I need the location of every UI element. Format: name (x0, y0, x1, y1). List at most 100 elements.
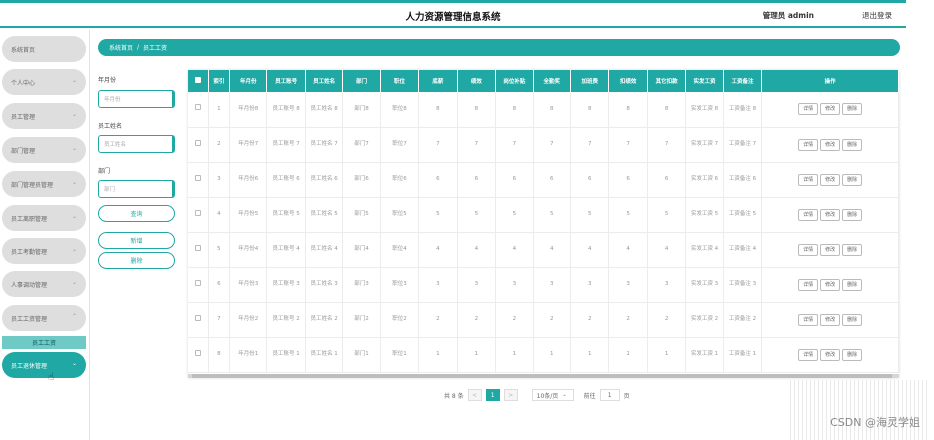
detail-button[interactable]: 详情 (798, 208, 819, 221)
prev-page-button[interactable]: < (467, 389, 482, 401)
logout-link[interactable]: 退出登录 (862, 10, 892, 21)
cell-allow: 2 (495, 302, 534, 338)
delete-button[interactable]: 删除 (842, 138, 863, 151)
cell-ot: 8 (570, 92, 610, 128)
cell-base: 6 (418, 162, 458, 198)
delete-button[interactable]: 删除 (842, 313, 863, 326)
cell-attend: 7 (533, 127, 571, 163)
cell-actual: 实发工资 3 (685, 267, 724, 303)
sidebar-item-attendance[interactable]: 员工考勤管理 ⌄ (2, 238, 86, 264)
cell-dperf: 5 (608, 197, 648, 233)
edit-button[interactable]: 修改 (820, 278, 841, 291)
select-all-checkbox[interactable] (188, 70, 209, 92)
cell-dperf: 1 (608, 337, 648, 373)
cell-dperf: 8 (608, 92, 648, 128)
delete-button[interactable]: 删除 (842, 103, 863, 116)
detail-button[interactable]: 详情 (798, 313, 819, 326)
row-checkbox[interactable] (188, 92, 209, 128)
name-input[interactable]: 员工姓名 (98, 135, 175, 153)
cell-allow: 5 (495, 197, 534, 233)
sidebar-subitem-salary[interactable]: 员工工资 (2, 336, 86, 349)
table-row: 7 年月份2 员工账号 2 员工姓名 2 部门2 职位2 2 2 2 2 2 2 2 实发工资 2 工资备注… (188, 302, 899, 338)
detail-button[interactable]: 详情 (798, 243, 819, 256)
edit-button[interactable]: 修改 (820, 173, 841, 186)
breadcrumb-home[interactable]: 系统首页 (109, 43, 133, 52)
delete-button[interactable]: 删除 (842, 243, 863, 256)
col-dept: 部门 (342, 70, 381, 92)
sidebar-item-label: 部门管理员管理 (11, 181, 54, 189)
row-checkbox[interactable] (188, 197, 209, 233)
next-page-button[interactable]: > (503, 389, 518, 401)
cell-month: 年月份2 (229, 302, 268, 338)
add-button[interactable]: 新增 (98, 232, 175, 249)
chevron-up-icon: ⌃ (71, 313, 77, 320)
row-checkbox[interactable] (188, 267, 209, 303)
sidebar-item-departments[interactable]: 部门管理 ⌄ (2, 137, 86, 163)
row-checkbox[interactable] (188, 302, 209, 338)
row-checkbox[interactable] (188, 162, 209, 198)
sidebar-item-salary[interactable]: 员工工资管理 ⌃ (2, 305, 86, 331)
delete-button[interactable]: 删除 (842, 278, 863, 291)
cell-note: 工资备注 8 (723, 92, 763, 128)
detail-button[interactable]: 详情 (798, 103, 819, 116)
cell-perf: 6 (457, 162, 497, 198)
sidebar-item-profile[interactable]: 个人中心 ⌄ (2, 69, 86, 95)
row-checkbox[interactable] (188, 127, 209, 163)
col-base: 底薪 (418, 70, 458, 92)
cell-actual: 实发工资 8 (685, 92, 724, 128)
row-checkbox[interactable] (188, 232, 209, 268)
edit-button[interactable]: 修改 (820, 243, 841, 256)
search-button[interactable]: 查询 (98, 205, 175, 222)
cell-ot: 1 (570, 337, 610, 373)
sidebar-item-dept-admins[interactable]: 部门管理员管理 ⌄ (2, 171, 86, 197)
delete-button[interactable]: 删除 (842, 173, 863, 186)
month-input[interactable]: 年月份 (98, 90, 175, 108)
cell-note: 工资备注 5 (723, 197, 763, 233)
batch-delete-button[interactable]: 删除 (98, 252, 175, 269)
edit-button[interactable]: 修改 (820, 348, 841, 361)
row-checkbox[interactable] (188, 337, 209, 373)
current-page[interactable]: 1 (485, 389, 500, 401)
cell-other: 5 (647, 197, 687, 233)
goto-label: 前往 (583, 392, 596, 400)
detail-button[interactable]: 详情 (798, 173, 819, 186)
edit-button[interactable]: 修改 (820, 313, 841, 326)
page-size-select[interactable]: 10条/页 ⌄ (531, 389, 574, 401)
chevron-down-icon: ⌄ (562, 392, 567, 398)
detail-button[interactable]: 详情 (798, 348, 819, 361)
cell-ot: 6 (570, 162, 610, 198)
detail-button[interactable]: 详情 (798, 138, 819, 151)
sidebar-item-home[interactable]: 系统首页 (2, 36, 86, 62)
edit-button[interactable]: 修改 (820, 138, 841, 151)
page-unit: 页 (623, 392, 630, 400)
dept-input[interactable]: 部门 (98, 180, 175, 198)
cell-idx: 5 (208, 232, 230, 268)
cell-month: 年月份1 (229, 337, 268, 373)
cell-allow: 6 (495, 162, 534, 198)
edit-button[interactable]: 修改 (820, 103, 841, 116)
scrollbar-thumb[interactable] (192, 374, 892, 378)
delete-button[interactable]: 删除 (842, 348, 863, 361)
detail-button[interactable]: 详情 (798, 278, 819, 291)
cell-name: 员工姓名 2 (305, 302, 344, 338)
cell-month: 年月份7 (229, 127, 268, 163)
cell-name: 员工姓名 6 (305, 162, 344, 198)
cell-ot: 5 (570, 197, 610, 233)
cell-pos: 职位8 (380, 92, 420, 128)
edit-button[interactable]: 修改 (820, 208, 841, 221)
delete-button[interactable]: 删除 (842, 208, 863, 221)
sidebar-item-transfer[interactable]: 人事调动管理 ⌄ (2, 271, 86, 297)
sidebar-item-resignation[interactable]: 员工离职管理 ⌄ (2, 205, 86, 231)
cell-dperf: 7 (608, 127, 648, 163)
cell-dept: 部门6 (342, 162, 381, 198)
goto-input[interactable]: 1 (599, 389, 620, 401)
cell-idx: 3 (208, 162, 230, 198)
page-size-value: 10条/页 (536, 392, 559, 400)
horizontal-scrollbar[interactable] (188, 374, 899, 378)
month-label: 年月份 (98, 77, 117, 84)
sidebar-item-employees[interactable]: 员工管理 ⌄ (2, 103, 86, 129)
sidebar-item-retirement[interactable]: 员工退休管理 ⌄ (2, 352, 86, 378)
cell-idx: 4 (208, 197, 230, 233)
cell-dept: 部门2 (342, 302, 381, 338)
sidebar-item-label: 人事调动管理 (11, 281, 48, 289)
